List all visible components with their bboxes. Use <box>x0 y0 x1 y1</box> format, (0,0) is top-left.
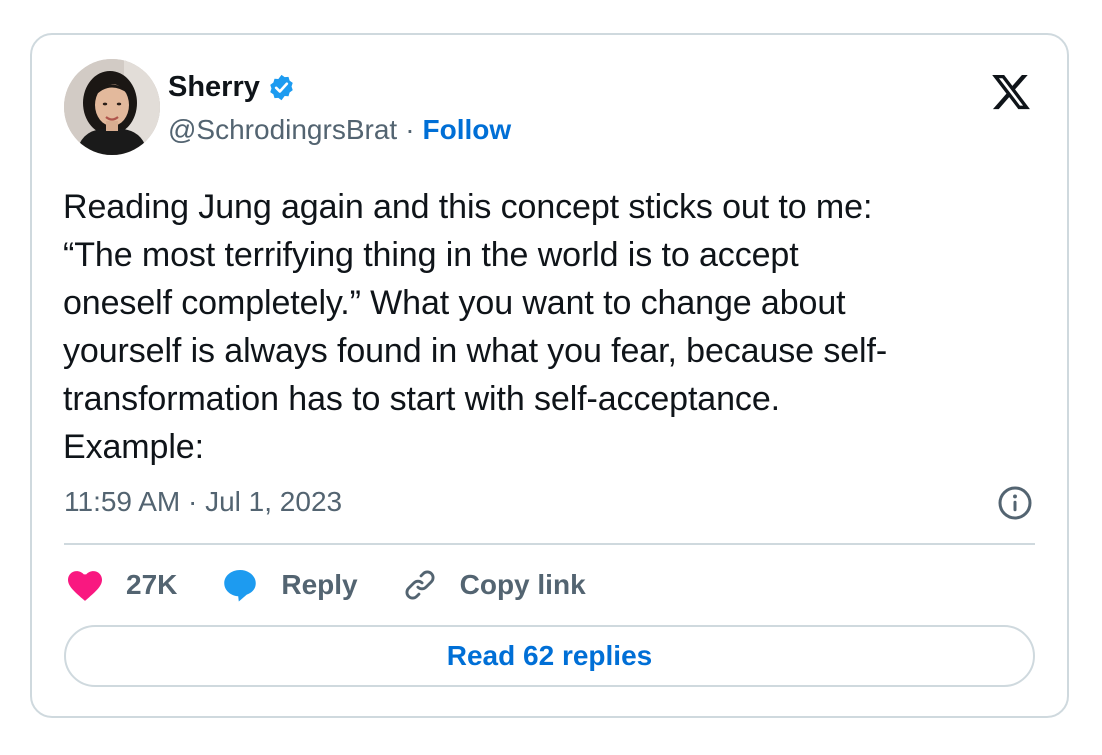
verified-badge-icon[interactable] <box>267 73 296 102</box>
handle-separator: · <box>405 114 415 145</box>
author-handle-row: @SchrodingrsBrat · Follow <box>168 113 511 147</box>
author-name-row: Sherry <box>168 69 296 105</box>
follow-link[interactable]: Follow <box>423 114 512 145</box>
speech-bubble-icon <box>224 570 257 602</box>
tweet-text: Reading Jung again and this concept stic… <box>63 188 888 466</box>
tweet-actions: 27K Reply Copy link <box>66 563 630 607</box>
avatar[interactable] <box>64 59 160 155</box>
heart-icon <box>68 571 102 601</box>
like-button[interactable]: 27K <box>66 563 177 607</box>
x-logo-icon[interactable] <box>989 71 1033 113</box>
author-display-name[interactable]: Sherry <box>168 69 260 105</box>
divider <box>64 543 1035 545</box>
read-replies-label: Read 62 replies <box>446 640 653 671</box>
tweet-timestamp[interactable]: 11:59 AM · Jul 1, 2023 <box>64 482 342 522</box>
link-icon <box>405 570 435 600</box>
avatar-photo <box>64 59 160 155</box>
like-count: 27K <box>126 569 178 600</box>
copy-link-label: Copy link <box>459 569 586 600</box>
tweet-embed-card: Sherry @SchrodingrsBrat · Follow Reading J… <box>30 33 1069 718</box>
author-handle[interactable]: @SchrodingrsBrat <box>168 114 397 145</box>
info-icon[interactable] <box>997 485 1033 521</box>
read-replies-button[interactable]: Read 62 replies <box>64 625 1035 687</box>
reply-button[interactable]: Reply <box>221 563 358 607</box>
copy-link-button[interactable]: Copy link <box>402 563 586 607</box>
reply-label: Reply <box>281 569 358 600</box>
